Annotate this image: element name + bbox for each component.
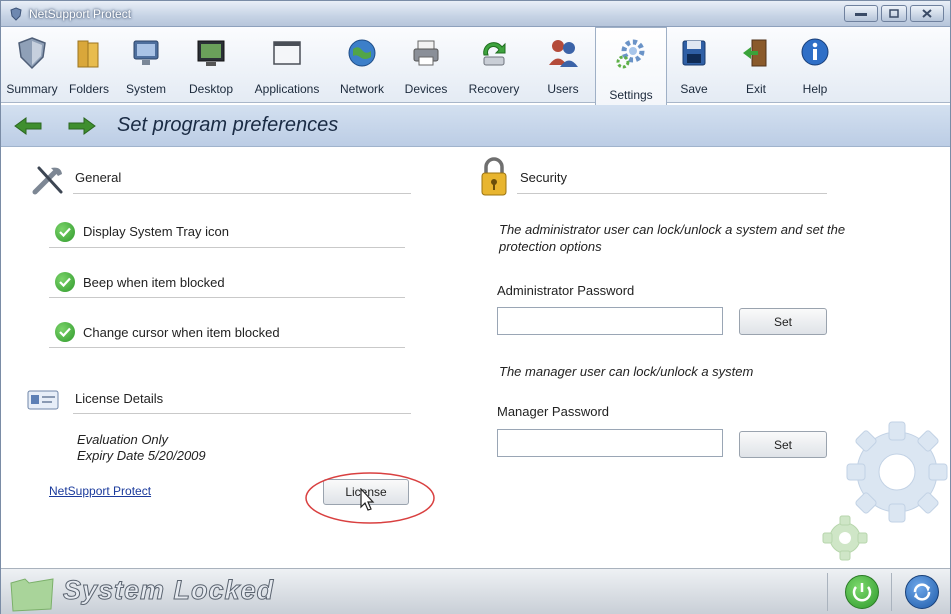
option-divider	[49, 347, 405, 348]
forward-arrow-icon[interactable]	[67, 117, 97, 135]
system-icon	[133, 40, 159, 65]
app-window: NetSupport Protect Summary Folders Syste…	[0, 0, 951, 614]
refresh-button[interactable]	[905, 575, 939, 609]
lock-status-text: System Locked	[62, 575, 275, 606]
toolbar-label: Network	[339, 82, 384, 96]
maximize-icon	[889, 9, 899, 18]
security-divider	[517, 193, 827, 194]
close-icon	[922, 9, 932, 18]
printer-icon	[413, 40, 439, 66]
manager-password-input[interactable]	[497, 429, 723, 457]
option-divider	[49, 247, 405, 248]
toolbar-recovery-button[interactable]: Recovery	[457, 27, 531, 103]
general-section-title: General	[75, 170, 122, 185]
toolbar-label: Applications	[254, 82, 320, 96]
admin-password-label: Administrator Password	[497, 283, 635, 298]
admin-set-button[interactable]: Set	[739, 308, 827, 335]
status-bar: System Locked	[1, 568, 950, 614]
recovery-icon	[483, 42, 506, 66]
window-title: NetSupport Protect	[29, 7, 132, 21]
option-beep-when-blocked[interactable]: Beep when item blocked	[83, 275, 225, 290]
toolbar-desktop-button[interactable]: Desktop	[177, 27, 245, 103]
toolbar-label: Help	[802, 82, 828, 96]
general-divider	[73, 193, 411, 194]
users-icon	[549, 40, 578, 67]
globe-icon	[348, 39, 376, 67]
option-change-cursor[interactable]: Change cursor when item blocked	[83, 325, 280, 340]
main-toolbar: Summary Folders System Desktop Applicati…	[1, 27, 950, 105]
toolbar-users-button[interactable]: Users	[531, 27, 595, 103]
toolbar-network-button[interactable]: Network	[329, 27, 395, 103]
toolbar-label: System	[125, 82, 166, 96]
minimize-icon	[855, 12, 867, 16]
license-expiry: Expiry Date 5/20/2009	[77, 448, 206, 463]
mouse-cursor-icon	[360, 488, 375, 511]
status-separator	[891, 573, 892, 611]
toolbar-label: Folders	[68, 82, 109, 96]
folder-status-icon	[10, 578, 54, 612]
toolbar-devices-button[interactable]: Devices	[395, 27, 457, 103]
folders-icon	[77, 40, 99, 68]
check-icon[interactable]	[55, 272, 75, 292]
shield-icon	[18, 37, 46, 70]
toolbar-applications-button[interactable]: Applications	[245, 27, 329, 103]
gear-icon	[616, 39, 645, 69]
netsupport-protect-link[interactable]: NetSupport Protect	[49, 484, 151, 498]
toolbar-exit-button[interactable]: Exit	[721, 27, 791, 103]
settings-content: General Display System Tray icon Beep wh…	[1, 148, 950, 568]
manager-password-label: Manager Password	[497, 404, 609, 419]
toolbar-label: Devices	[404, 82, 448, 96]
status-separator	[827, 573, 828, 611]
admin-description: The administrator user can lock/unlock a…	[499, 222, 846, 254]
check-icon[interactable]	[55, 322, 75, 342]
toolbar-label: Settings	[609, 88, 653, 102]
toolbar-label: Recovery	[468, 82, 520, 96]
refresh-icon	[913, 583, 931, 601]
license-divider	[73, 413, 411, 414]
toolbar-label: Exit	[745, 82, 766, 96]
padlock-icon	[481, 157, 507, 196]
check-icon[interactable]	[55, 222, 75, 242]
floppy-icon	[682, 40, 706, 66]
toolbar-label: Summary	[6, 82, 58, 96]
power-icon	[852, 583, 872, 602]
toolbar-folders-button[interactable]: Folders	[63, 27, 115, 103]
info-icon	[801, 38, 829, 66]
door-icon	[743, 39, 767, 67]
toolbar-summary-button[interactable]: Summary	[1, 27, 63, 103]
toolbar-label: Desktop	[188, 82, 234, 96]
toolbar-label: Save	[680, 82, 708, 96]
decorative-gear-icon	[822, 421, 948, 561]
window-controls	[844, 5, 944, 22]
toolbar-label: Users	[547, 82, 579, 96]
license-section-title: License Details	[75, 391, 164, 406]
desktop-icon	[197, 40, 225, 66]
navigation-bar: Set program preferences	[1, 105, 950, 147]
license-card-icon	[27, 390, 59, 410]
security-section-title: Security	[520, 170, 567, 185]
license-type: Evaluation Only	[77, 432, 169, 447]
toolbar-system-button[interactable]: System	[115, 27, 177, 103]
app-shield-icon	[10, 7, 22, 21]
minimize-button[interactable]	[844, 5, 878, 22]
toolbar-settings-button[interactable]: Settings	[595, 27, 667, 105]
close-button[interactable]	[910, 5, 944, 22]
maximize-button[interactable]	[881, 5, 907, 22]
applications-icon	[273, 41, 301, 65]
toolbar-save-button[interactable]: Save	[667, 27, 721, 103]
manager-description: The manager user can lock/unlock a syste…	[499, 364, 754, 379]
title-bar: NetSupport Protect	[1, 1, 950, 27]
option-display-tray-icon[interactable]: Display System Tray icon	[83, 224, 229, 239]
admin-password-input[interactable]	[497, 307, 723, 335]
back-arrow-icon[interactable]	[13, 117, 43, 135]
toolbar-help-button[interactable]: Help	[791, 27, 839, 103]
page-title: Set program preferences	[117, 114, 339, 136]
power-button[interactable]	[845, 575, 879, 609]
tools-icon	[32, 166, 63, 195]
option-divider	[49, 297, 405, 298]
